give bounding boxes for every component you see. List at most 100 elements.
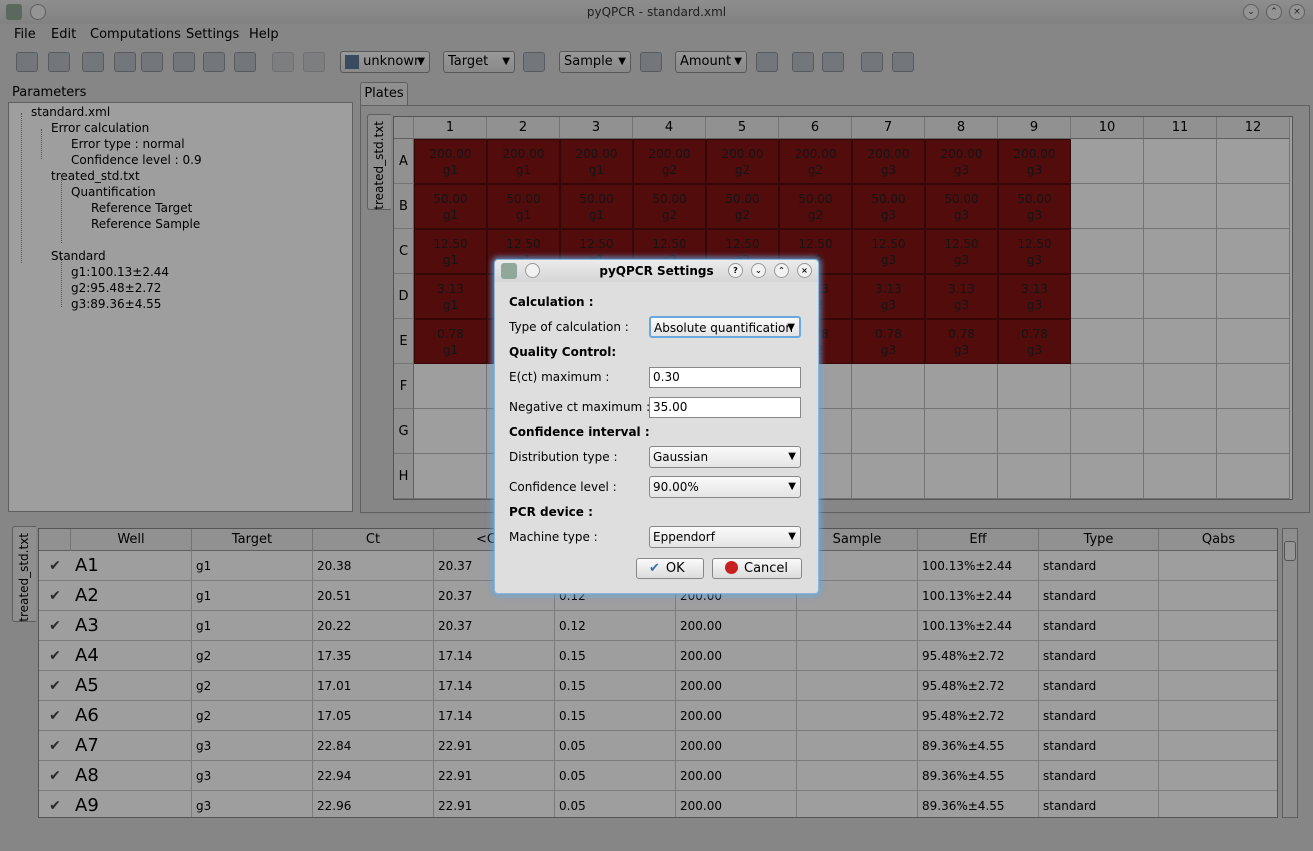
plot-icon[interactable]: [861, 52, 883, 72]
table-cell[interactable]: A6: [71, 701, 192, 731]
plate-well[interactable]: 50.00 g3: [925, 184, 998, 229]
tree-item[interactable]: Error calculation: [51, 121, 149, 135]
table-cell[interactable]: 100.13%±2.44: [918, 581, 1039, 611]
table-cell[interactable]: 95.48%±2.72: [918, 701, 1039, 731]
plate-well[interactable]: [1071, 364, 1144, 409]
table-cell[interactable]: [1159, 671, 1277, 701]
menu-computations[interactable]: Computations: [90, 27, 181, 42]
table-cell[interactable]: 95.48%±2.72: [918, 641, 1039, 671]
table-cell[interactable]: g3: [192, 761, 313, 791]
table-row[interactable]: ✔ A3 g1 20.22 20.37 0.12 200.00 100.13%±2.44 sta…: [39, 611, 1277, 641]
table-cell[interactable]: g2: [192, 671, 313, 701]
add-target-icon[interactable]: [523, 52, 545, 72]
table-cell[interactable]: 200.00: [676, 641, 797, 671]
plate-well[interactable]: 200.00 g3: [852, 139, 925, 184]
column-header[interactable]: Eff: [918, 529, 1039, 551]
plate-column-header[interactable]: 6: [779, 117, 852, 139]
plate-well[interactable]: [1144, 229, 1217, 274]
table-cell[interactable]: 17.14: [434, 641, 555, 671]
plate-well[interactable]: 3.13 g3: [998, 274, 1071, 319]
plate-well[interactable]: 12.50 g1: [414, 229, 487, 274]
plate-well[interactable]: [1144, 409, 1217, 454]
plate-well[interactable]: 200.00 g2: [706, 139, 779, 184]
table-cell[interactable]: 89.36%±4.55: [918, 761, 1039, 791]
plate-well[interactable]: [852, 364, 925, 409]
table-cell[interactable]: [797, 671, 918, 701]
table-cell[interactable]: A7: [71, 731, 192, 761]
plate-well[interactable]: [852, 409, 925, 454]
close-icon[interactable]: ×: [797, 263, 812, 278]
table-cell[interactable]: 20.22: [313, 611, 434, 641]
results-tab[interactable]: treated_std.txt: [12, 526, 36, 622]
plate-well[interactable]: [1071, 139, 1144, 184]
enabled-check-icon[interactable]: ✔: [45, 611, 65, 641]
bar-chart-icon[interactable]: [892, 52, 914, 72]
table-cell[interactable]: 22.94: [313, 761, 434, 791]
table-cell[interactable]: standard: [1039, 791, 1159, 817]
table-cell[interactable]: 89.36%±4.55: [918, 791, 1039, 817]
maximize-icon[interactable]: ⌃: [1266, 4, 1282, 20]
new-icon[interactable]: [48, 52, 70, 72]
menu-help[interactable]: Help: [249, 27, 279, 42]
menu-file[interactable]: File: [14, 27, 36, 42]
tree-item[interactable]: g2:95.48±2.72: [71, 281, 161, 295]
table-cell[interactable]: standard: [1039, 701, 1159, 731]
table-cell[interactable]: g2: [192, 701, 313, 731]
table-cell[interactable]: [1159, 701, 1277, 731]
table-cell[interactable]: 17.01: [313, 671, 434, 701]
tree-item[interactable]: g1:100.13±2.44: [71, 265, 169, 279]
plate-well[interactable]: 200.00 g3: [925, 139, 998, 184]
table-cell[interactable]: [1159, 581, 1277, 611]
plate-well[interactable]: 200.00 g1: [414, 139, 487, 184]
plate-row-header[interactable]: H: [394, 454, 414, 499]
add-amount-icon[interactable]: [756, 52, 778, 72]
enabled-check-icon[interactable]: ✔: [45, 791, 65, 817]
ok-button[interactable]: ✔ OK: [636, 558, 704, 579]
table-row[interactable]: ✔ A4 g2 17.35 17.14 0.15 200.00 95.48%±2.72 stan…: [39, 641, 1277, 671]
ect-max-field[interactable]: 0.30: [649, 367, 801, 388]
table-cell[interactable]: [797, 701, 918, 731]
save-icon[interactable]: [203, 52, 225, 72]
table-cell[interactable]: 95.48%±2.72: [918, 671, 1039, 701]
table-cell[interactable]: g1: [192, 581, 313, 611]
plate-well[interactable]: [1217, 454, 1290, 499]
plate-column-header[interactable]: 8: [925, 117, 998, 139]
plate-row-header[interactable]: A: [394, 139, 414, 184]
plate-row-header[interactable]: E: [394, 319, 414, 364]
plate-column-header[interactable]: 7: [852, 117, 925, 139]
table-cell[interactable]: standard: [1039, 551, 1159, 581]
plate-well[interactable]: 50.00 g2: [633, 184, 706, 229]
plate-well[interactable]: 0.78 g3: [925, 319, 998, 364]
plate-well[interactable]: 50.00 g3: [998, 184, 1071, 229]
table-cell[interactable]: 0.05: [555, 761, 676, 791]
enabled-check-icon[interactable]: ✔: [45, 701, 65, 731]
table-cell[interactable]: 20.38: [313, 551, 434, 581]
plate-well[interactable]: 50.00 g2: [779, 184, 852, 229]
table-cell[interactable]: A3: [71, 611, 192, 641]
table-cell[interactable]: 17.05: [313, 701, 434, 731]
plate-well[interactable]: 12.50 g3: [925, 229, 998, 274]
target-select[interactable]: Target ▼: [443, 51, 515, 73]
plate-well[interactable]: 3.13 g3: [852, 274, 925, 319]
tree-item[interactable]: Error type : normal: [71, 137, 185, 151]
plate-well[interactable]: 0.78 g1: [414, 319, 487, 364]
table-row[interactable]: ✔ A5 g2 17.01 17.14 0.15 200.00 95.48%±2.72 stan…: [39, 671, 1277, 701]
tree-item[interactable]: g3:89.36±4.55: [71, 297, 161, 311]
table-cell[interactable]: 17.14: [434, 671, 555, 701]
table-cell[interactable]: standard: [1039, 671, 1159, 701]
table-cell[interactable]: g3: [192, 791, 313, 817]
table-cell[interactable]: 100.13%±2.44: [918, 611, 1039, 641]
plate-well[interactable]: [1144, 319, 1217, 364]
plate-column-header[interactable]: 4: [633, 117, 706, 139]
redo-icon[interactable]: [303, 52, 325, 72]
table-cell[interactable]: [797, 761, 918, 791]
add-sample-icon[interactable]: [640, 52, 662, 72]
plate-well[interactable]: 0.78 g3: [852, 319, 925, 364]
close-icon[interactable]: ×: [1289, 4, 1305, 20]
table-cell[interactable]: [797, 791, 918, 817]
plate-well[interactable]: [998, 409, 1071, 454]
plate-well[interactable]: 200.00 g3: [998, 139, 1071, 184]
tab-plates[interactable]: Plates: [360, 82, 408, 106]
plate-well[interactable]: 50.00 g1: [414, 184, 487, 229]
plate-well[interactable]: [925, 454, 998, 499]
